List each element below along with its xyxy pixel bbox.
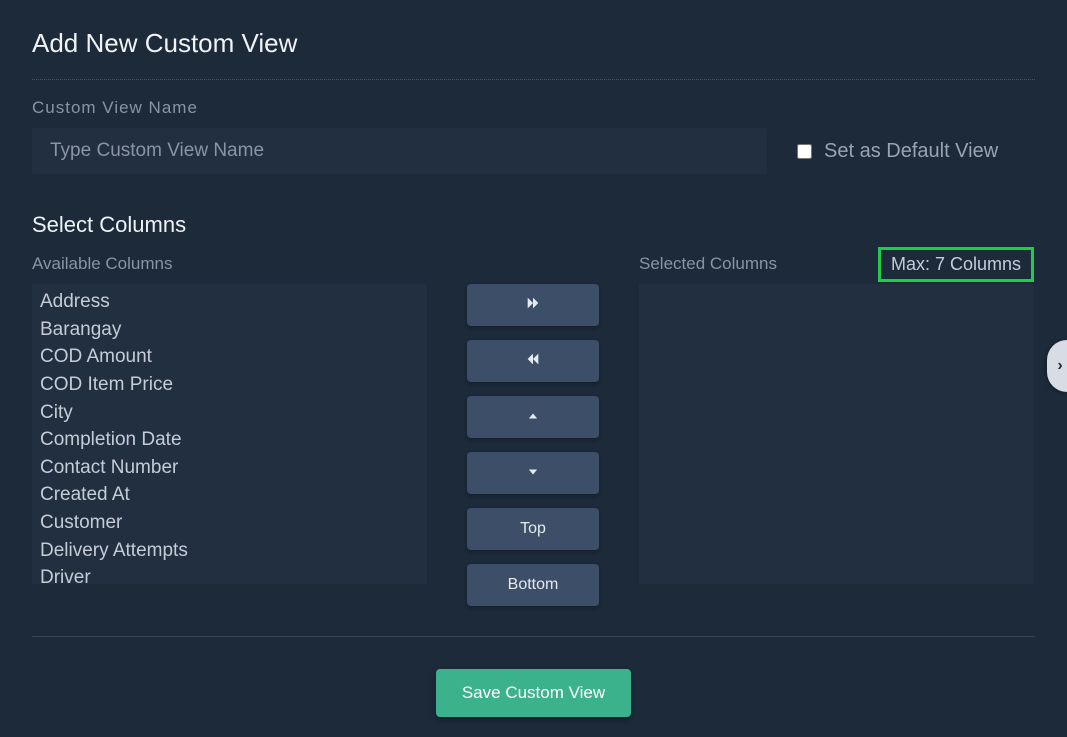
move-left-all-button[interactable] — [467, 340, 599, 382]
available-columns-label: Available Columns — [32, 254, 172, 274]
custom-view-name-input[interactable] — [32, 128, 767, 174]
chevron-down-icon — [528, 464, 538, 482]
select-columns-title: Select Columns — [32, 212, 1035, 238]
page-title: Add New Custom View — [32, 28, 1035, 59]
move-bottom-button[interactable]: Bottom — [467, 564, 599, 606]
default-view-label[interactable]: Set as Default View — [824, 140, 998, 163]
list-item[interactable]: Completion Date — [32, 426, 427, 454]
chevron-up-icon — [528, 408, 538, 426]
move-up-button[interactable] — [467, 396, 599, 438]
list-item[interactable]: COD Amount — [32, 343, 427, 371]
chevron-right-icon: › — [1057, 357, 1062, 375]
list-item[interactable]: Customer — [32, 509, 427, 537]
footer-divider — [32, 636, 1035, 637]
list-item[interactable]: COD Item Price — [32, 371, 427, 399]
list-item[interactable]: Driver — [32, 564, 427, 584]
save-custom-view-button[interactable]: Save Custom View — [436, 669, 631, 717]
list-item[interactable]: Address — [32, 288, 427, 316]
move-down-button[interactable] — [467, 452, 599, 494]
selected-columns-label: Selected Columns — [639, 254, 777, 274]
list-item[interactable]: Delivery Attempts — [32, 537, 427, 565]
double-chevron-left-icon — [525, 351, 541, 372]
selected-columns-listbox[interactable] — [639, 284, 1034, 584]
move-top-button[interactable]: Top — [467, 508, 599, 550]
list-item[interactable]: City — [32, 399, 427, 427]
divider — [32, 79, 1035, 80]
max-columns-badge: Max: 7 Columns — [878, 247, 1034, 282]
double-chevron-right-icon — [525, 295, 541, 316]
list-item[interactable]: Contact Number — [32, 454, 427, 482]
custom-view-name-label: Custom View Name — [32, 98, 1035, 118]
available-columns-listbox[interactable]: AddressBarangayCOD AmountCOD Item PriceC… — [32, 284, 427, 584]
default-view-checkbox[interactable] — [797, 144, 812, 159]
list-item[interactable]: Created At — [32, 481, 427, 509]
list-item[interactable]: Barangay — [32, 316, 427, 344]
move-right-all-button[interactable] — [467, 284, 599, 326]
